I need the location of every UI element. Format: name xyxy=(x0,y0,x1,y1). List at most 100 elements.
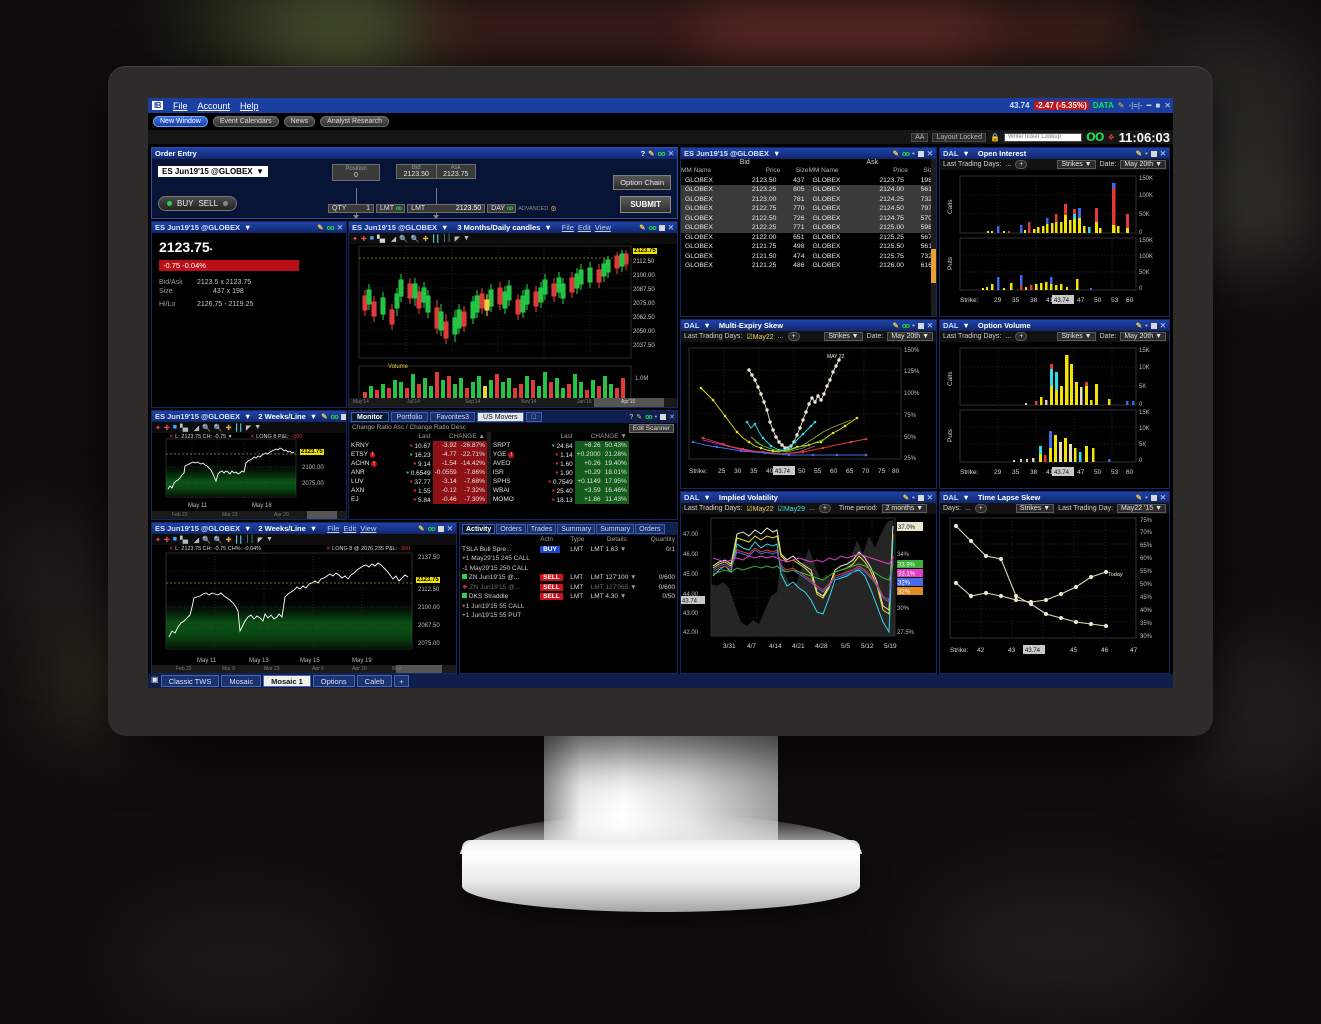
indicator-icon[interactable]: ┃┃ xyxy=(234,536,242,544)
maximize-icon[interactable] xyxy=(1150,150,1157,157)
menu-dots-icon[interactable]: • xyxy=(912,149,915,158)
order-leg-row[interactable]: +1 May29'15 245 CALL xyxy=(460,554,677,564)
chevron-down-icon[interactable]: ▼ xyxy=(244,524,251,533)
table-row[interactable]: ISR ▪ 1.90 +0.29 18.01% xyxy=(491,468,629,477)
close-icon[interactable]: ✕ xyxy=(669,413,675,421)
candles-icon[interactable]: ▚▖ xyxy=(180,536,191,544)
add-expiry-button[interactable]: + xyxy=(1015,160,1028,169)
qty-field[interactable]: QTY 1 xyxy=(328,204,374,213)
sort-asc-icon[interactable]: ▲ xyxy=(478,433,484,440)
symbol[interactable]: KRNY xyxy=(349,441,404,450)
maximize-icon[interactable] xyxy=(917,322,924,329)
cursor-icon[interactable]: ✦ xyxy=(352,235,358,243)
chart-menu-view[interactable]: View xyxy=(360,524,376,533)
date-selector[interactable]: May 20th ▼ xyxy=(887,332,933,341)
chevron-down-icon[interactable]: ▼ xyxy=(266,536,273,543)
close-icon[interactable]: ✕ xyxy=(1160,321,1166,330)
maximize-icon[interactable] xyxy=(1150,494,1157,501)
order-action[interactable]: BUY xyxy=(538,545,568,555)
bar-type-icon[interactable]: ■ xyxy=(370,235,374,242)
book-row[interactable]: GLOBEX 2122.25 771 xyxy=(681,223,809,233)
symbol[interactable]: SPHS xyxy=(491,477,546,486)
order-row[interactable]: ❖ ZN Jun19'15 @... SELL LMT LMT 127'065 ▼ 0/… xyxy=(460,583,677,593)
zoom-out-icon[interactable]: 🔍 xyxy=(214,536,223,544)
tab-orders-2[interactable]: Orders xyxy=(635,524,665,534)
link-icon[interactable]: oo xyxy=(658,149,666,158)
order-row[interactable]: TSLA Bull Spre... BUY LMT LMT 1.63 ▼ 0/1 xyxy=(460,545,677,555)
table-row[interactable]: YGE ! ▪ 1.14 +0.2000 21.28% xyxy=(491,450,629,459)
close-icon[interactable]: ✕ xyxy=(927,493,933,502)
close-icon[interactable]: ✕ xyxy=(668,149,674,158)
link-icon[interactable]: oo xyxy=(645,414,653,421)
strikes-selector[interactable]: Strikes ▼ xyxy=(1057,332,1096,341)
order-action[interactable]: SELL xyxy=(538,573,568,583)
candles-icon[interactable]: ▚▖ xyxy=(180,424,191,432)
order-leg-row[interactable]: -1 May29'15 250 CALL xyxy=(460,564,677,574)
tab-portfolio[interactable]: Portfolio xyxy=(390,412,429,422)
maximize-icon[interactable] xyxy=(660,414,667,420)
crosshair2-icon[interactable]: ✚ xyxy=(226,424,232,432)
time-lapse-chart[interactable]: Today 75% 70% 65% 60% 55% 50% 45% 40% 35… xyxy=(940,514,1169,673)
menu-dots-icon[interactable]: • xyxy=(912,493,915,502)
add-expiry-button[interactable]: + xyxy=(787,332,800,341)
indicator-icon[interactable]: ┃┃ xyxy=(431,235,439,243)
pencil-icon[interactable]: ✎ xyxy=(639,223,645,232)
chart-horizontal-scrollbar[interactable]: Feb 23 Mar 23 Apr 20 xyxy=(152,511,346,519)
symbol[interactable]: ETSY ! xyxy=(349,450,404,459)
implied-vol-chart[interactable]: 47.00 46.00 45.00 44.00 43.00 42.00 43.7… xyxy=(681,514,936,673)
close-legend-icon[interactable]: ✕ xyxy=(326,546,331,552)
close-icon[interactable]: ✕ xyxy=(1160,493,1166,502)
crosshair-icon[interactable]: ✚ xyxy=(164,424,170,432)
maximize-icon[interactable] xyxy=(917,150,924,157)
maximize-icon[interactable] xyxy=(658,224,665,231)
layout-locked-button[interactable]: Layout Locked xyxy=(932,132,986,142)
link-icon[interactable]: oo xyxy=(902,149,910,158)
warning-icon[interactable]: ! xyxy=(508,452,514,458)
book-row[interactable]: GLOBEX 2123.00 781 xyxy=(681,194,809,204)
candles-icon[interactable]: ▚▖ xyxy=(377,235,388,243)
menu-help[interactable]: Help xyxy=(240,101,259,111)
order-row[interactable]: DKS Straddle SELL LMT LMT 4.30 ▼ 0/50 xyxy=(460,592,677,602)
bar-type-icon[interactable]: ■ xyxy=(173,536,177,543)
indicator2-icon[interactable]: ││ xyxy=(443,235,452,242)
chart-menu-edit[interactable]: Edit xyxy=(343,524,356,533)
symbol[interactable]: AXN xyxy=(349,486,404,495)
close-icon[interactable]: ✕ xyxy=(927,149,933,158)
link-icon[interactable]: oo xyxy=(649,223,657,232)
symbol[interactable]: ANR xyxy=(349,468,404,477)
chevron-down-icon[interactable]: ▼ xyxy=(463,235,470,242)
tab-monitor[interactable]: Monitor xyxy=(351,412,389,422)
book-row[interactable]: GLOBEX 2123.75 198 xyxy=(809,176,937,186)
close-icon[interactable]: ✕ xyxy=(1164,101,1171,110)
close-icon[interactable]: ✕ xyxy=(668,223,674,232)
instrument-selector[interactable]: ES Jun19'15 @GLOBEX ▼ xyxy=(158,166,268,177)
chart-menu-edit[interactable]: Edit xyxy=(578,223,591,232)
tab-activity[interactable]: Activity xyxy=(462,524,496,534)
close-legend-icon[interactable]: ✕ xyxy=(250,434,255,440)
pencil-icon[interactable]: ✎ xyxy=(636,413,642,421)
symbol[interactable]: EJ xyxy=(349,495,404,504)
expiry-checkbox-may22[interactable]: ☑May22 xyxy=(746,333,773,341)
table-row[interactable]: ACHN ! ▪ 9.14 -1.54 -14.42% xyxy=(349,459,487,468)
order-type-select-2[interactable]: LMT 2123.50 xyxy=(407,204,486,213)
indicator-icon[interactable]: ┃┃ xyxy=(234,424,242,432)
book-row[interactable]: GLOBEX 2125.00 598 xyxy=(808,223,936,233)
large-line-chart-canvas[interactable]: 2137.50 2112.50 2100.00 2087.50 2075.00 … xyxy=(152,545,456,673)
pencil-icon[interactable]: ✎ xyxy=(893,321,899,330)
chevron-down-icon[interactable]: ▼ xyxy=(703,321,710,330)
alert-icon[interactable]: ❖ xyxy=(1108,133,1115,142)
symbol[interactable]: WBAI xyxy=(491,486,546,495)
order-action[interactable]: SELL xyxy=(538,592,568,602)
add-expiry-button[interactable]: + xyxy=(1015,332,1028,341)
pencil-icon[interactable]: ✎ xyxy=(1118,101,1125,110)
book-row[interactable]: GLOBEX 2123.50 437 xyxy=(681,176,809,186)
indicator2-icon[interactable]: ││ xyxy=(246,536,255,543)
chart-period-selector[interactable]: 2 Weeks/Line xyxy=(258,412,305,421)
chevron-down-icon[interactable]: ▼ xyxy=(441,223,448,232)
pencil-icon[interactable]: ✎ xyxy=(317,223,323,232)
tab-summary-2[interactable]: Summary xyxy=(596,524,635,534)
book-row[interactable]: GLOBEX 2124.25 732 xyxy=(808,194,936,204)
date-selector[interactable]: May 20th ▼ xyxy=(1120,332,1166,341)
pencil-icon[interactable]: ✎ xyxy=(1136,493,1142,502)
symbol[interactable]: SRPT xyxy=(491,441,546,450)
